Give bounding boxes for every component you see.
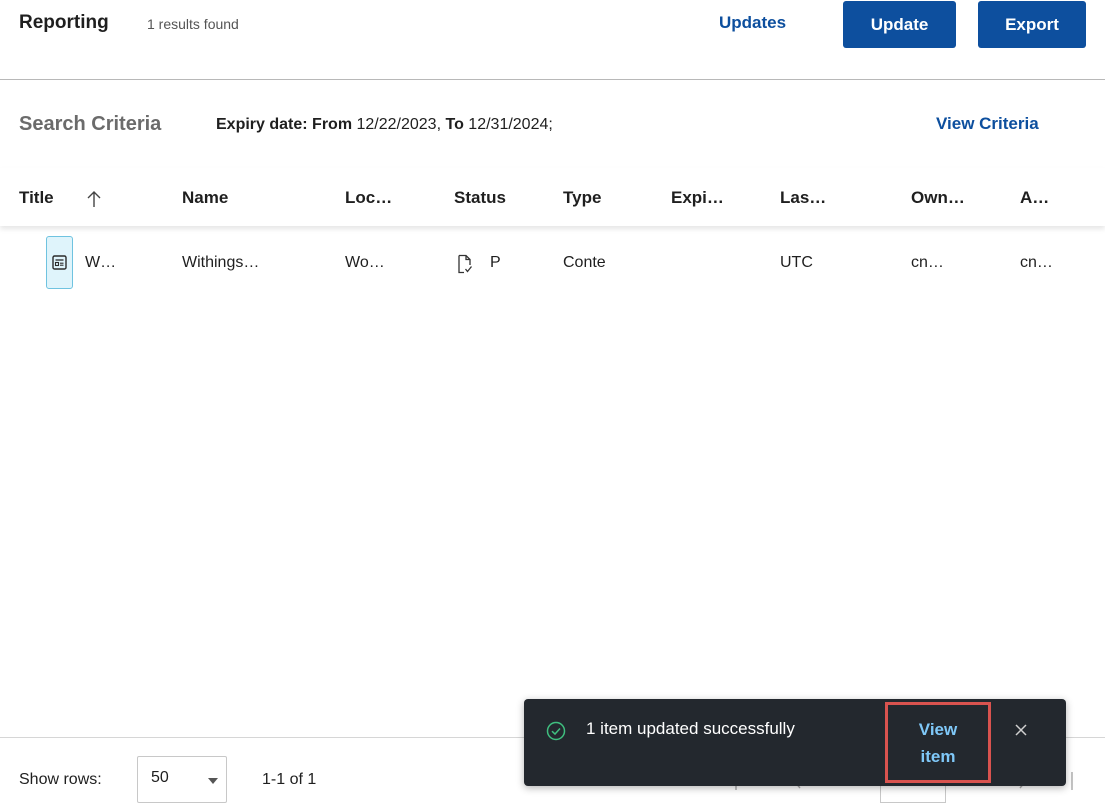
search-criteria-summary: Expiry date: From 12/22/2023, To 12/31/2…: [216, 116, 553, 134]
updates-link[interactable]: Updates: [719, 13, 786, 33]
column-header-type[interactable]: Type: [563, 188, 601, 208]
criteria-to-label: To: [445, 116, 464, 133]
view-item-label-line1: View: [918, 719, 958, 739]
toast-message: 1 item updated successfully: [586, 719, 795, 738]
cell-name: Withings…: [182, 254, 260, 271]
column-header-expiry[interactable]: Expi…: [671, 188, 724, 208]
column-header-title[interactable]: Title: [19, 188, 54, 208]
column-header-location[interactable]: Loc…: [345, 188, 392, 208]
cell-status: P: [490, 254, 501, 271]
column-header-a[interactable]: A…: [1020, 188, 1049, 208]
show-rows-label: Show rows:: [19, 771, 102, 788]
criteria-field: Expiry date:: [216, 116, 308, 133]
rows-per-page-select[interactable]: 50: [137, 756, 227, 803]
criteria-from-value: 12/22/2023,: [356, 116, 442, 133]
cell-owner: cn…: [911, 254, 944, 271]
cell-location: Wo…: [345, 254, 385, 271]
update-button[interactable]: Update: [843, 1, 956, 48]
content-card-icon[interactable]: [46, 236, 73, 289]
cell-a: cn…: [1020, 254, 1053, 271]
chevron-down-icon: [208, 778, 218, 784]
view-criteria-link[interactable]: View Criteria: [936, 114, 1039, 134]
column-header-status[interactable]: Status: [454, 188, 506, 208]
document-check-icon: [458, 254, 473, 274]
cell-type: Conte: [563, 254, 606, 271]
arrow-up-icon[interactable]: [86, 190, 102, 208]
column-header-name[interactable]: Name: [182, 188, 228, 208]
cell-last: UTC: [780, 254, 813, 271]
rows-per-page-value: 50: [151, 769, 169, 786]
pagination-range: 1-1 of 1: [262, 771, 317, 788]
close-icon[interactable]: [1013, 722, 1029, 738]
criteria-to-value: 12/31/2024;: [468, 116, 553, 133]
criteria-from-label: From: [312, 116, 353, 133]
cell-title[interactable]: W…: [85, 254, 116, 272]
search-criteria-label: Search Criteria: [19, 113, 162, 135]
column-header-last[interactable]: Las…: [780, 188, 826, 208]
view-item-label-line2: item: [920, 746, 956, 766]
column-header-owner[interactable]: Own…: [911, 188, 965, 208]
check-circle-icon: [546, 721, 566, 741]
page-title: Reporting: [19, 12, 109, 33]
results-count: 1 results found: [147, 16, 239, 32]
view-item-button[interactable]: View item: [885, 702, 991, 783]
export-button[interactable]: Export: [978, 1, 1086, 48]
